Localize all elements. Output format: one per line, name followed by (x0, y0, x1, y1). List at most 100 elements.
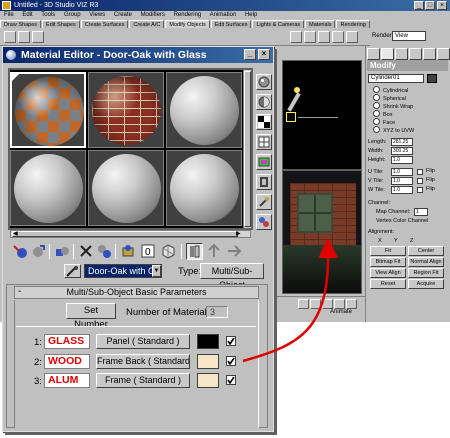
sub-material-name-field[interactable]: ALUM (44, 373, 90, 388)
me-minimize-button[interactable]: _ (244, 49, 256, 60)
u-flip-checkbox[interactable] (417, 169, 423, 175)
tab-edit-shapes[interactable]: Edit Shapes (42, 20, 80, 28)
scroll-left-icon[interactable]: ◀ (13, 231, 18, 237)
menu-create[interactable]: Create (114, 12, 132, 18)
acquire-button[interactable]: Acquire (408, 279, 444, 289)
minimize-button[interactable]: _ (414, 1, 424, 10)
tab-rendering[interactable]: Rendering (336, 20, 370, 28)
reset-map-button[interactable] (78, 243, 95, 260)
sub-material-color-swatch[interactable] (197, 354, 219, 369)
modify-tab-icon[interactable] (381, 48, 394, 60)
sample-type-button[interactable] (256, 74, 272, 90)
sample-slot-5[interactable] (88, 150, 164, 226)
normal-align-button[interactable]: Normal Align (408, 257, 444, 267)
object-name-field[interactable]: Cylinder01 (368, 74, 424, 83)
utilities-tab-icon[interactable] (437, 48, 450, 60)
fit-button[interactable]: Fit (370, 246, 406, 256)
sub-material-name-field[interactable]: WOOD (44, 354, 90, 369)
collapse-icon[interactable]: - (18, 287, 21, 297)
backlight-button[interactable] (256, 94, 272, 110)
sub-material-button[interactable]: Frame Back ( Standard ) (96, 354, 190, 369)
mapping-shrink-wrap[interactable]: Shrink Wrap (373, 102, 413, 110)
motion-tab-icon[interactable] (409, 48, 422, 60)
select-icon[interactable] (290, 31, 302, 43)
tab-lights-cameras[interactable]: Lights & Cameras (252, 20, 305, 28)
go-to-start-icon[interactable] (310, 299, 321, 309)
material-type-button[interactable]: Multi/Sub-Object (200, 263, 264, 290)
undo-icon[interactable] (4, 31, 16, 43)
vertex-color-channel[interactable]: Vertex Color Channel (376, 217, 428, 225)
length-field[interactable]: 281.25 (391, 138, 413, 146)
v-flip-checkbox[interactable] (417, 178, 423, 184)
maximize-button[interactable]: □ (425, 1, 435, 10)
menu-views[interactable]: Views (89, 12, 105, 18)
make-unique-button[interactable] (96, 243, 113, 260)
menu-modifiers[interactable]: Modifiers (141, 12, 165, 18)
menu-animation[interactable]: Animation (210, 12, 237, 18)
sub-material-button[interactable]: Frame ( Standard ) (96, 373, 190, 388)
material-effects-channel-button[interactable]: 0 (140, 243, 157, 260)
sample-uv-tiling-button[interactable] (256, 134, 272, 150)
mapping-spherical[interactable]: Spherical (373, 94, 406, 102)
sample-slot-2[interactable] (88, 72, 164, 148)
tab-materials[interactable]: Materials (305, 20, 336, 28)
sample-slot-4[interactable] (10, 150, 86, 226)
sub-material-on-checkbox[interactable] (226, 336, 236, 346)
w-flip-checkbox[interactable] (417, 187, 423, 193)
mirror-icon[interactable] (346, 31, 358, 43)
tab-modify-objects[interactable]: Modify Objects (165, 20, 210, 28)
create-tab-icon[interactable] (367, 48, 380, 60)
tab-create-surfaces[interactable]: Create Surfaces (80, 20, 129, 28)
redo-icon[interactable] (18, 31, 30, 43)
select-by-material-button[interactable] (256, 214, 272, 230)
hierarchy-tab-icon[interactable] (395, 48, 408, 60)
sub-material-color-swatch[interactable] (197, 334, 219, 349)
sub-material-name-field[interactable]: GLASS (44, 334, 90, 349)
region-fit-button[interactable]: Region Fit (408, 268, 444, 278)
view-select[interactable]: View (392, 31, 426, 41)
center-button[interactable]: Center (408, 246, 444, 256)
animate-label[interactable]: Animate (330, 309, 352, 315)
me-close-button[interactable]: × (258, 49, 270, 60)
menu-file[interactable]: File (4, 12, 14, 18)
go-forward-to-sibling-button[interactable] (226, 243, 243, 260)
key-mode-icon[interactable] (298, 299, 309, 309)
sample-slot-6[interactable] (166, 150, 242, 226)
assign-to-selection-button[interactable] (54, 243, 71, 260)
map-channel-field[interactable]: 1 (414, 208, 428, 216)
slots-vertical-thumb[interactable] (244, 71, 251, 227)
tab-edit-surfaces[interactable]: Edit Surfaces (210, 20, 252, 28)
scroll-right-icon[interactable]: ▶ (236, 231, 241, 237)
align-y[interactable]: Y (394, 237, 398, 245)
menu-help[interactable]: Help (245, 12, 257, 18)
pick-material-button[interactable] (64, 264, 81, 278)
mapping-xyz-to-uvw[interactable]: XYZ to UVW (373, 126, 414, 134)
align-x[interactable]: X (378, 237, 382, 245)
bitmap-fit-button[interactable]: Bitmap Fit (370, 257, 406, 267)
video-color-check-button[interactable] (256, 154, 272, 170)
map-channel-label[interactable]: Map Channel: (376, 208, 410, 216)
tab-draw-shapes[interactable]: Draw Shapes (0, 20, 42, 28)
menu-tools[interactable]: Tools (41, 12, 55, 18)
display-tab-icon[interactable] (423, 48, 436, 60)
v-tile-field[interactable]: 1.0 (391, 177, 413, 185)
mapping-cylindrical[interactable]: Cylindrical (373, 86, 408, 94)
make-preview-button[interactable] (256, 174, 272, 190)
go-to-end-icon[interactable] (334, 299, 345, 309)
u-tile-field[interactable]: 1.0 (391, 168, 413, 176)
object-color-swatch[interactable] (427, 74, 437, 83)
scale-icon[interactable] (332, 31, 344, 43)
material-name-dropdown[interactable]: Door-Oak with Glass (84, 264, 162, 278)
slots-horizontal-thumb[interactable] (12, 231, 238, 237)
tab-create-ac[interactable]: Create A/C (129, 20, 165, 28)
put-to-library-button[interactable] (120, 243, 137, 260)
menu-group[interactable]: Group (64, 12, 81, 18)
move-icon[interactable] (304, 31, 316, 43)
chevron-down-icon[interactable]: ▼ (152, 265, 161, 277)
set-number-button[interactable]: Set Number (66, 303, 116, 330)
close-button[interactable]: × (437, 1, 447, 10)
show-end-result-button[interactable] (186, 243, 203, 260)
time-config-icon[interactable] (346, 299, 357, 309)
get-material-button[interactable] (12, 243, 29, 260)
mapping-box[interactable]: Box (373, 110, 392, 118)
